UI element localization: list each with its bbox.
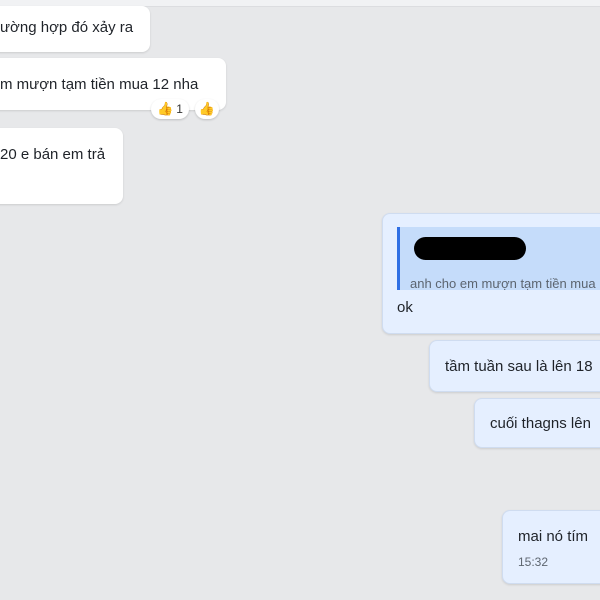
quoted-message-text: anh cho em mượn tạm tiền mua: [410, 276, 596, 291]
reaction-count-badge[interactable]: 👍 1: [151, 99, 189, 119]
quoted-message[interactable]: anh cho em mượn tạm tiền mua: [397, 227, 600, 291]
incoming-message[interactable]: 20 e bán em trả: [0, 128, 123, 204]
thumbs-up-icon: 👍: [198, 101, 216, 116]
incoming-message[interactable]: ường hợp đó xảy ra: [0, 6, 150, 52]
message-text: 20 e bán em trả: [0, 146, 106, 163]
outgoing-message[interactable]: mai nó tím 15:32: [502, 510, 600, 584]
incoming-message[interactable]: m mượn tạm tiền mua 12 nha: [0, 58, 226, 110]
message-text: mai nó tím: [518, 528, 589, 545]
chat-conversation: ường hợp đó xảy ra m mượn tạm tiền mua 1…: [0, 0, 600, 600]
outgoing-message-with-quote[interactable]: anh cho em mượn tạm tiền mua ok: [382, 213, 600, 334]
quick-react-button[interactable]: 👍: [195, 99, 219, 119]
thumbs-up-icon: 👍: [157, 101, 174, 116]
reaction-count: 1: [176, 102, 183, 116]
redacted-author-name: [414, 237, 526, 260]
message-text: cuối thagns lên: [490, 415, 591, 432]
message-text: ường hợp đó xảy ra: [0, 19, 134, 36]
message-timestamp: 15:32: [518, 555, 549, 569]
message-text: m mượn tạm tiền mua 12 nha: [0, 76, 199, 93]
message-text: tầm tuần sau là lên 18: [445, 358, 593, 375]
message-text: ok: [397, 299, 413, 316]
outgoing-message[interactable]: tầm tuần sau là lên 18: [429, 340, 600, 392]
outgoing-message[interactable]: cuối thagns lên: [474, 398, 600, 448]
